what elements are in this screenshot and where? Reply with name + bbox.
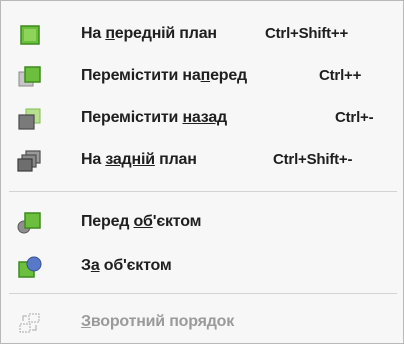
menu-item-label-part: еред xyxy=(210,67,247,84)
menu-item-shortcut: Ctrl+Shift++ xyxy=(265,25,349,42)
in-front-of-object-icon xyxy=(17,212,41,234)
menu-item-send-to-back[interactable]: На задній план Ctrl+Shift+- xyxy=(1,141,403,181)
menu-item-accelerator: п xyxy=(200,67,211,84)
menu-item-label-part: Перемістити xyxy=(81,109,183,126)
menu-item-accelerator: об xyxy=(133,213,153,230)
menu-item-shortcut: Ctrl++ xyxy=(319,67,362,84)
menu-item-label-part: воротний порядок xyxy=(90,313,235,330)
menu-item-shortcut: Ctrl+- xyxy=(335,109,374,126)
menu-item-behind-object[interactable]: За об'єктом xyxy=(1,247,403,287)
menu-item-label-part: На xyxy=(81,25,106,42)
menu-item-accelerator: назад xyxy=(182,109,227,126)
menu-item-label-part: На xyxy=(81,151,106,168)
menu-item-bring-to-front[interactable]: На передній план Ctrl+Shift++ xyxy=(1,15,403,55)
bring-to-front-icon xyxy=(20,25,40,45)
menu-separator xyxy=(9,293,397,294)
menu-item-label-part: план xyxy=(154,151,197,168)
menu-item-label-part: Перед xyxy=(81,213,134,230)
menu-separator xyxy=(9,191,397,192)
behind-object-icon xyxy=(18,256,42,278)
menu-item-label-part: Перемістити на xyxy=(81,67,201,84)
menu-item-accelerator: п xyxy=(105,25,115,42)
menu-item-bring-forward[interactable]: Перемістити наперед Ctrl++ xyxy=(1,57,403,97)
reverse-order-icon xyxy=(19,313,40,333)
bring-forward-icon xyxy=(18,66,41,87)
menu-item-reverse-order: Зворотний порядок xyxy=(1,303,403,343)
context-menu: На передній план Ctrl+Shift++ Перемістит… xyxy=(0,0,404,344)
menu-item-accelerator: З xyxy=(81,313,91,330)
menu-item-shortcut: Ctrl+Shift+- xyxy=(273,151,353,168)
menu-item-in-front-of-object[interactable]: Перед об'єктом xyxy=(1,203,403,243)
menu-item-label-part: З xyxy=(81,257,91,274)
menu-item-accelerator: а xyxy=(90,257,100,274)
menu-item-label-part: ередній план xyxy=(114,25,217,42)
menu-item-label-part: об'єктом xyxy=(99,257,172,274)
menu-item-label-part: 'єктом xyxy=(152,213,202,230)
menu-item-accelerator: задній xyxy=(105,151,155,168)
send-to-back-icon xyxy=(17,150,41,172)
send-backward-icon xyxy=(18,108,41,130)
menu-item-send-backward[interactable]: Перемістити назад Ctrl+- xyxy=(1,99,403,139)
